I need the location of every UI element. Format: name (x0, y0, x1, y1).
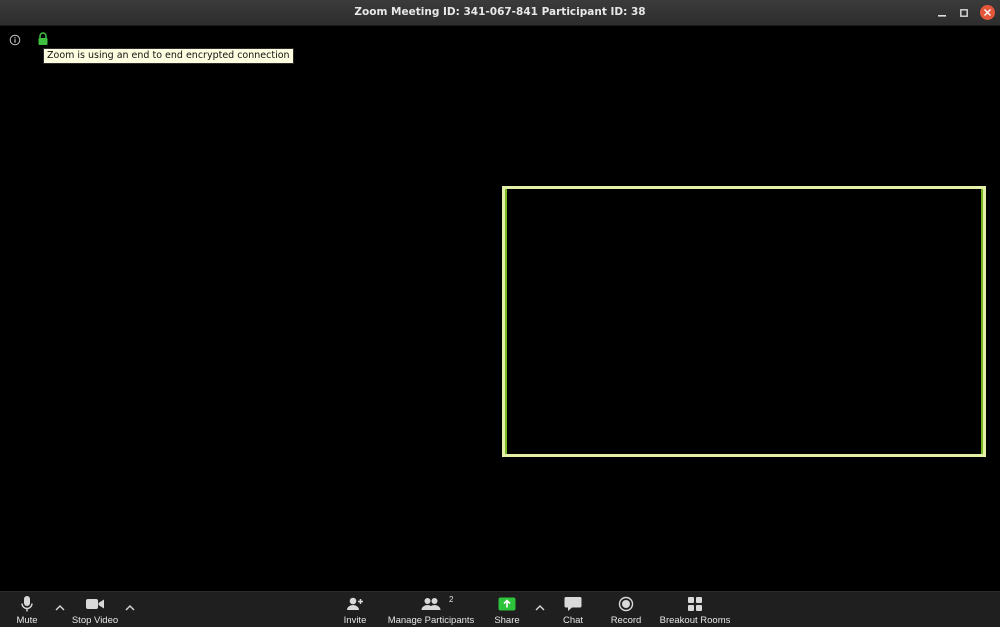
title-bar: Zoom Meeting ID: 341-067-841 Participant… (0, 0, 1000, 26)
window-title: Zoom Meeting ID: 341-067-841 Participant… (354, 6, 646, 18)
chat-button[interactable]: Chat (558, 594, 588, 627)
audio-options-chevron-up-icon[interactable] (54, 603, 66, 613)
mute-label: Mute (16, 615, 38, 626)
chat-bubble-icon (564, 597, 582, 611)
participants-icon (421, 598, 441, 610)
microphone-icon (21, 596, 33, 612)
chat-label: Chat (562, 615, 584, 626)
close-button[interactable] (980, 5, 995, 20)
share-button[interactable]: Share (492, 594, 522, 627)
manage-participants-button[interactable]: Manage Participants (386, 594, 476, 627)
active-speaker-video-tile[interactable] (502, 186, 986, 457)
participants-count-badge: 2 (449, 595, 454, 604)
record-button[interactable]: Record (609, 594, 643, 627)
meeting-toolbar: Mute Stop Video Invite Manage Participan… (0, 591, 1000, 627)
share-label: Share (494, 615, 520, 626)
invite-label: Invite (343, 615, 367, 626)
minimize-button[interactable] (935, 6, 949, 20)
share-options-chevron-up-icon[interactable] (534, 603, 546, 613)
add-person-icon (347, 597, 363, 610)
breakout-rooms-button[interactable]: Breakout Rooms (658, 594, 732, 627)
info-icon[interactable] (9, 34, 21, 46)
encryption-tooltip: Zoom is using an end to end encrypted co… (43, 48, 294, 64)
minimize-icon (938, 15, 946, 17)
mute-button[interactable]: Mute (12, 594, 42, 627)
stop-video-label: Stop Video (71, 615, 119, 626)
record-label: Record (610, 615, 642, 626)
invite-button[interactable]: Invite (340, 594, 370, 627)
maximize-button[interactable] (957, 6, 971, 20)
video-camera-icon (86, 599, 104, 609)
close-icon (984, 9, 991, 16)
maximize-icon (960, 9, 968, 17)
stop-video-button[interactable]: Stop Video (68, 594, 122, 627)
share-screen-icon (498, 597, 516, 611)
video-options-chevron-up-icon[interactable] (124, 603, 136, 613)
meeting-area: Zoom is using an end to end encrypted co… (0, 27, 1000, 591)
manage-participants-label: Manage Participants (387, 615, 475, 626)
breakout-rooms-label: Breakout Rooms (659, 615, 731, 626)
lock-icon[interactable] (37, 32, 49, 46)
breakout-rooms-grid-icon (688, 597, 702, 611)
record-icon (618, 596, 634, 612)
